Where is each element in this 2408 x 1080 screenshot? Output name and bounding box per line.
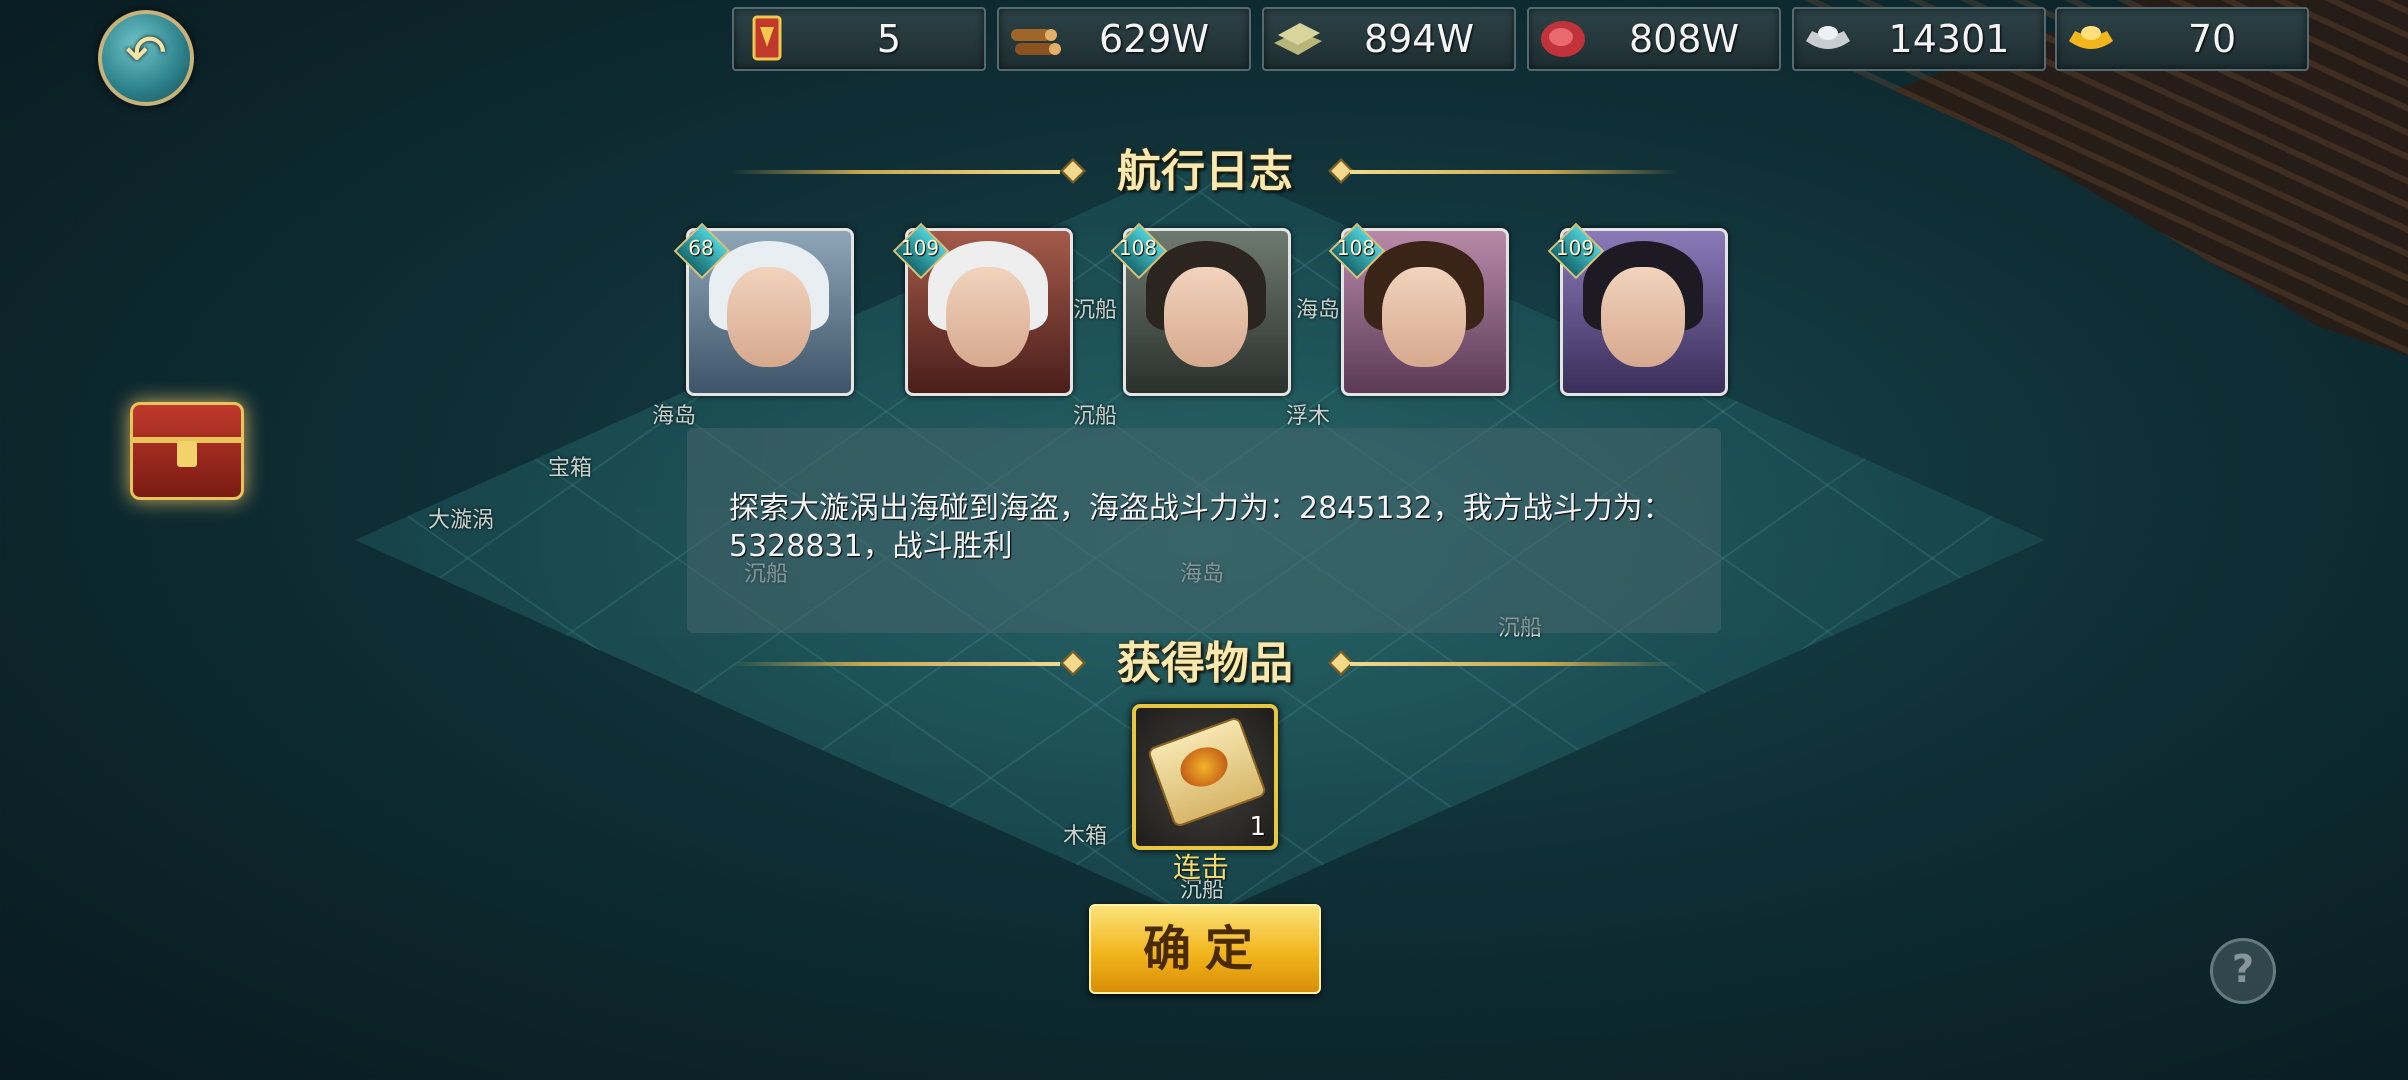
help-button[interactable]: ? (2210, 938, 2276, 1004)
level-badge: 68 (673, 222, 731, 280)
rewards-header: 获得物品 (730, 634, 1680, 694)
level-badge: 108 (1110, 222, 1168, 280)
treasure-chest-icon[interactable] (130, 402, 244, 500)
ship-background (1794, 0, 2408, 360)
resource-meat[interactable]: 808W (1527, 7, 1781, 71)
section-title: 获得物品 (1117, 638, 1293, 689)
silver-icon (1806, 26, 1850, 49)
resource-token[interactable]: 5 (732, 7, 986, 71)
back-button[interactable]: ↶ (98, 10, 194, 106)
back-arrow-icon: ↶ (125, 24, 167, 82)
reward-item-name: 连击 (1172, 851, 1229, 884)
token-icon (752, 15, 782, 61)
hero-face (727, 267, 811, 367)
resource-value: 894W (1363, 17, 1475, 61)
resource-value: 70 (2187, 17, 2237, 61)
map-label: 海岛 (1296, 298, 1341, 323)
reward-item-slot[interactable]: 1 (1132, 704, 1278, 850)
battle-log-box: 探索大漩涡出海碰到海盗，海盗战斗力为：2845132，我方战斗力为：532883… (687, 428, 1721, 633)
resource-value: 629W (1098, 17, 1210, 61)
map-label: 浮木 (1286, 404, 1331, 429)
resource-stone[interactable]: 894W (1262, 7, 1516, 71)
resource-gold[interactable]: 70 (2055, 7, 2309, 71)
map-label: 沉船 (1073, 298, 1118, 323)
wood-icon (1011, 29, 1061, 55)
hero-face (1601, 267, 1685, 367)
meat-icon (1541, 21, 1585, 57)
resource-value: 5 (876, 17, 902, 61)
hero-face (1382, 267, 1466, 367)
hero-face (946, 267, 1030, 367)
confirm-label: 确定 (1142, 921, 1267, 977)
map-label: 木箱 (1063, 824, 1108, 849)
section-title: 航行日志 (1117, 146, 1293, 197)
stone-icon (1274, 23, 1322, 55)
map-label: 大漩涡 (428, 508, 495, 533)
resource-value: 808W (1628, 17, 1740, 61)
level-badge: 108 (1328, 222, 1386, 280)
resource-value: 14301 (1888, 17, 2010, 61)
voyage-log-header: 航行日志 (730, 142, 1680, 202)
resource-wood[interactable]: 629W (997, 7, 1251, 71)
level-badge: 109 (892, 222, 950, 280)
question-icon: ? (2231, 947, 2255, 991)
gold-icon (2069, 26, 2113, 49)
hero-face (1164, 267, 1248, 367)
level-badge: 109 (1547, 222, 1605, 280)
item-count: 1 (1249, 812, 1266, 842)
battle-log-text: 探索大漩涡出海碰到海盗，海盗战斗力为：2845132，我方战斗力为：532883… (729, 491, 1673, 564)
map-label: 宝箱 (548, 456, 593, 481)
map-label: 沉船 (1073, 404, 1118, 429)
map-label: 海岛 (652, 404, 697, 429)
resource-silver[interactable]: 14301 (1792, 7, 2046, 71)
confirm-button[interactable]: 确定 (1089, 904, 1321, 994)
